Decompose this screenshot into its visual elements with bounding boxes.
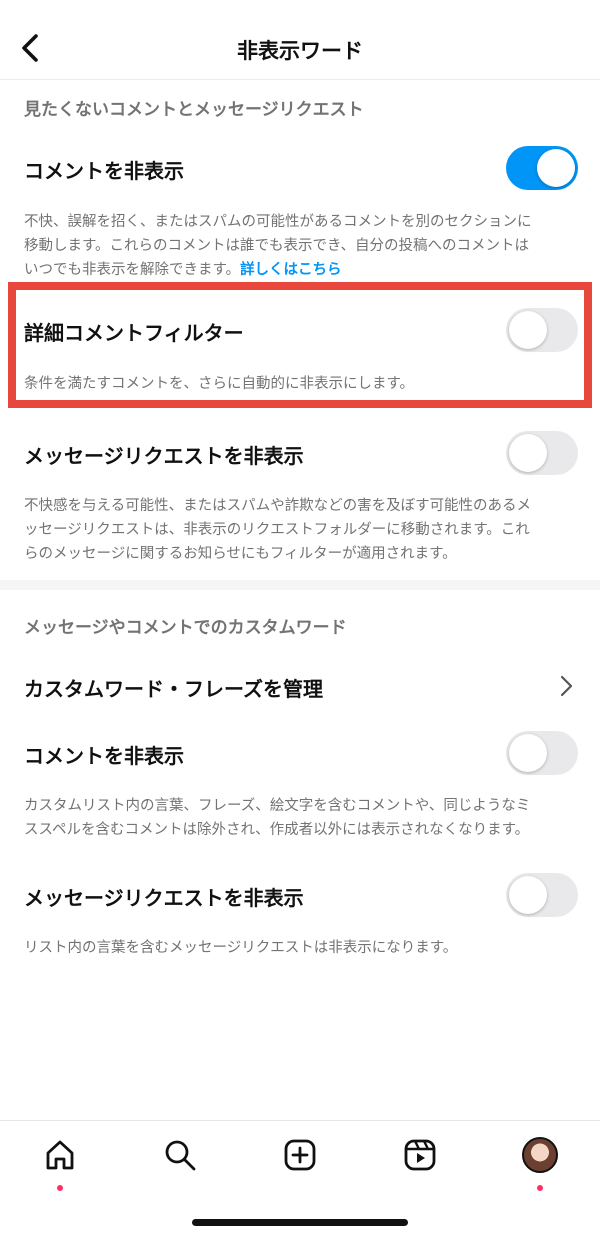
custom-hide-message-requests-toggle[interactable] bbox=[506, 873, 578, 917]
section-heading-unwanted: 見たくないコメントとメッセージリクエスト bbox=[24, 100, 364, 120]
page-title: 非表示ワード bbox=[237, 39, 363, 63]
hide-comments-toggle[interactable] bbox=[506, 146, 578, 190]
home-icon bbox=[46, 1140, 74, 1170]
tab-search[interactable] bbox=[160, 1135, 200, 1175]
toggle-knob bbox=[537, 149, 575, 187]
description-line: 不快感を与える可能性、またはスパムや詐欺などの害を及ぼす可能性のあるメ bbox=[24, 498, 532, 514]
avatar bbox=[522, 1137, 558, 1173]
bottom-tab-bar bbox=[0, 1120, 600, 1236]
tab-profile[interactable] bbox=[520, 1135, 560, 1191]
hide-comments-label: コメントを非表示 bbox=[24, 159, 184, 183]
toggle-knob bbox=[509, 734, 547, 772]
description-line: らのメッセージに関するお知らせにもフィルターが適用されます。 bbox=[24, 546, 457, 562]
tab-home[interactable] bbox=[40, 1135, 80, 1191]
tab-reels[interactable] bbox=[400, 1135, 440, 1175]
learn-more-link[interactable]: 詳しくはこちら bbox=[240, 262, 342, 278]
hide-message-requests-label: メッセージリクエストを非表示 bbox=[24, 444, 304, 468]
custom-hide-comments-toggle[interactable] bbox=[506, 731, 578, 775]
notification-dot bbox=[537, 1185, 543, 1191]
tab-create[interactable] bbox=[280, 1135, 320, 1175]
reels-icon bbox=[404, 1139, 436, 1171]
hide-comments-description: 不快、誤解を招く、またはスパムの可能性があるコメントを別のセクションに 移動しま… bbox=[24, 210, 580, 282]
advanced-filter-toggle[interactable] bbox=[506, 308, 578, 352]
toggle-knob bbox=[509, 311, 547, 349]
custom-hide-message-requests-description: リスト内の言葉を含むメッセージリクエストは非表示になります。 bbox=[24, 940, 458, 956]
toggle-knob bbox=[509, 434, 547, 472]
notification-dot bbox=[57, 1185, 63, 1191]
section-divider bbox=[0, 580, 600, 590]
hide-message-requests-description: 不快感を与える可能性、またはスパムや詐欺などの害を及ぼす可能性のあるメ ッセージ… bbox=[24, 494, 580, 566]
description-line: 移動します。これらのコメントは誰でも表示でき、自分の投稿へのコメントは bbox=[24, 238, 530, 254]
custom-hide-message-requests-label: メッセージリクエストを非表示 bbox=[24, 886, 304, 910]
section-heading-custom-words: メッセージやコメントでのカスタムワード bbox=[24, 618, 347, 638]
header-bar: 非表示ワード bbox=[0, 0, 600, 80]
advanced-filter-description: 条件を満たすコメントを、さらに自動的に非表示にします。 bbox=[24, 376, 415, 392]
search-icon bbox=[165, 1140, 196, 1171]
description-text: いつでも非表示を解除できます。 bbox=[24, 262, 241, 278]
create-icon bbox=[284, 1139, 316, 1171]
description-line: ススペルを含むコメントは除外され、作成者以外には表示されなくなります。 bbox=[24, 822, 530, 838]
description-line: カスタムリスト内の言葉、フレーズ、絵文字を含むコメントや、同じようなミ bbox=[24, 798, 531, 814]
hide-message-requests-toggle[interactable] bbox=[506, 431, 578, 475]
description-line: ッセージリクエストは、非表示のリクエストフォルダーに移動されます。これ bbox=[24, 522, 530, 538]
chevron-right-icon[interactable] bbox=[556, 674, 576, 698]
custom-hide-comments-description: カスタムリスト内の言葉、フレーズ、絵文字を含むコメントや、同じようなミ ススペル… bbox=[24, 794, 580, 842]
description-line: 不快、誤解を招く、またはスパムの可能性があるコメントを別のセクションに bbox=[24, 214, 532, 230]
manage-custom-words-label[interactable]: カスタムワード・フレーズを管理 bbox=[24, 673, 323, 702]
toggle-knob bbox=[509, 876, 547, 914]
home-indicator bbox=[192, 1219, 408, 1226]
custom-hide-comments-label: コメントを非表示 bbox=[24, 744, 184, 768]
advanced-filter-label: 詳細コメントフィルター bbox=[24, 321, 244, 345]
description-line: いつでも非表示を解除できます。詳しくはこちら bbox=[24, 258, 580, 282]
